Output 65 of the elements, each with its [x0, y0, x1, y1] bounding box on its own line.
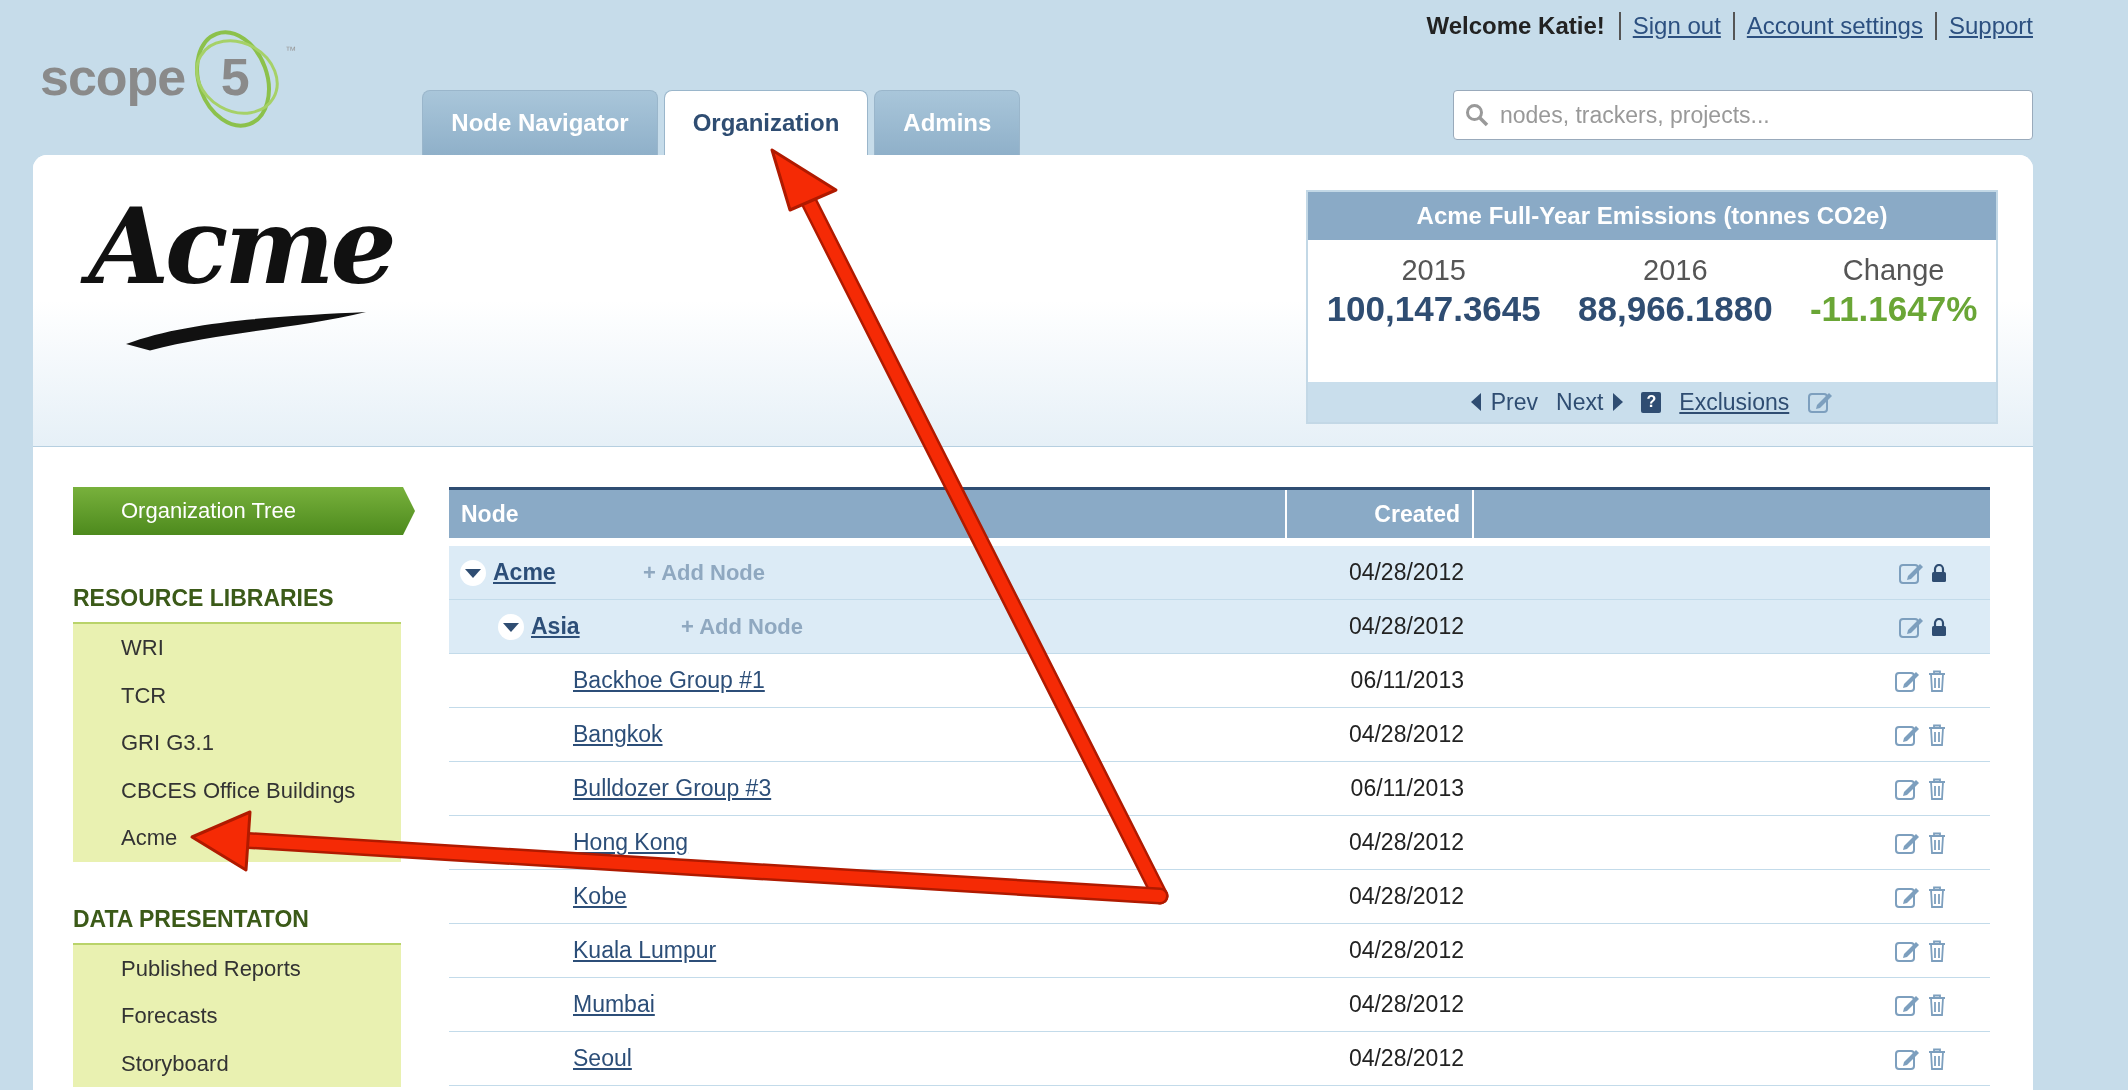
created-date: 04/28/2012 [1347, 1045, 1465, 1072]
sidebar-item[interactable]: Forecasts [73, 992, 401, 1040]
left-triangle-icon [1470, 393, 1481, 411]
edit-icon[interactable] [1807, 390, 1834, 414]
welcome-text: Welcome Katie! [1426, 12, 1606, 40]
sidebar-item[interactable]: Acme [73, 814, 401, 862]
period-label: Change [1842, 254, 1945, 287]
header-link[interactable]: Account settings [1732, 12, 1935, 40]
trash-icon[interactable] [1928, 1047, 1946, 1070]
node-link[interactable]: Bulldozer Group #3 [573, 775, 772, 802]
period-label: 2016 [1643, 254, 1708, 287]
trademark: ™ [285, 44, 297, 56]
exclusions-link[interactable]: Exclusions [1679, 388, 1790, 416]
node-link[interactable]: Acme [493, 559, 643, 586]
caret-icon[interactable] [497, 612, 525, 641]
header-link[interactable]: Support [1934, 12, 2033, 40]
sidebar-item[interactable]: Published Reports [73, 944, 401, 992]
caret-icon[interactable] [459, 558, 487, 587]
node-link[interactable]: Asia [531, 613, 681, 640]
header-link[interactable]: Sign out [1618, 12, 1733, 40]
created-date: 04/28/2012 [1347, 613, 1465, 640]
period-label: 2015 [1401, 254, 1466, 287]
created-date: 04/28/2012 [1347, 883, 1465, 910]
created-date: 04/28/2012 [1347, 559, 1465, 586]
trash-icon[interactable] [1928, 669, 1946, 692]
column-header: Node [449, 490, 1287, 538]
emission-value: 100,147.3645 [1326, 289, 1541, 329]
created-date: 04/28/2012 [1347, 721, 1465, 748]
node-link[interactable]: Seoul [573, 1045, 632, 1072]
logo-number: 5 [220, 46, 250, 107]
created-date: 04/28/2012 [1347, 937, 1465, 964]
right-triangle-icon [1613, 393, 1624, 411]
emission-value: -11.1647% [1809, 289, 1978, 329]
node-link[interactable]: Backhoe Group #1 [573, 667, 765, 694]
node-link[interactable]: Hong Kong [573, 829, 689, 856]
emission-value: 88,966.1880 [1578, 289, 1773, 329]
trash-icon[interactable] [1928, 831, 1946, 854]
trash-icon[interactable] [1928, 777, 1946, 800]
prev-link[interactable]: Prev [1470, 388, 1539, 416]
node-link[interactable]: Bangkok [573, 721, 663, 748]
created-date: 06/11/2013 [1349, 667, 1465, 694]
trash-icon[interactable] [1928, 939, 1946, 962]
logo-text: scope [40, 46, 186, 107]
trash-icon[interactable] [1928, 993, 1946, 1016]
search-field[interactable]: nodes, trackers, projects... [1453, 90, 2033, 140]
sidebar-item[interactable]: Storyboard [73, 1039, 401, 1087]
node-link[interactable]: Mumbai [573, 991, 655, 1018]
created-date: 04/28/2012 [1347, 991, 1465, 1018]
node-link[interactable]: Kuala Lumpur [573, 937, 717, 964]
created-date: 04/28/2012 [1347, 829, 1465, 856]
card-title: Acme Full-Year Emissions (tonnes CO2e) [1308, 192, 1996, 240]
next-link[interactable]: Next [1556, 388, 1624, 416]
sidebar-item[interactable]: GRI G3.1 [73, 719, 401, 767]
created-date: 06/11/2013 [1349, 775, 1465, 802]
trash-icon[interactable] [1928, 723, 1946, 746]
sidebar-item[interactable]: WRI [73, 624, 401, 672]
tab[interactable]: Organization [663, 90, 869, 155]
company-logo: Acme [80, 182, 411, 312]
sidebar-item[interactable]: CBCES Office Buildings [73, 766, 401, 814]
search-icon [1465, 103, 1489, 127]
trash-icon[interactable] [1928, 885, 1946, 908]
node-link[interactable]: Kobe [573, 883, 627, 910]
column-header: Created [1287, 490, 1474, 538]
sidebar-item[interactable]: TCR [73, 671, 401, 719]
help-button[interactable]: ? [1641, 391, 1662, 413]
